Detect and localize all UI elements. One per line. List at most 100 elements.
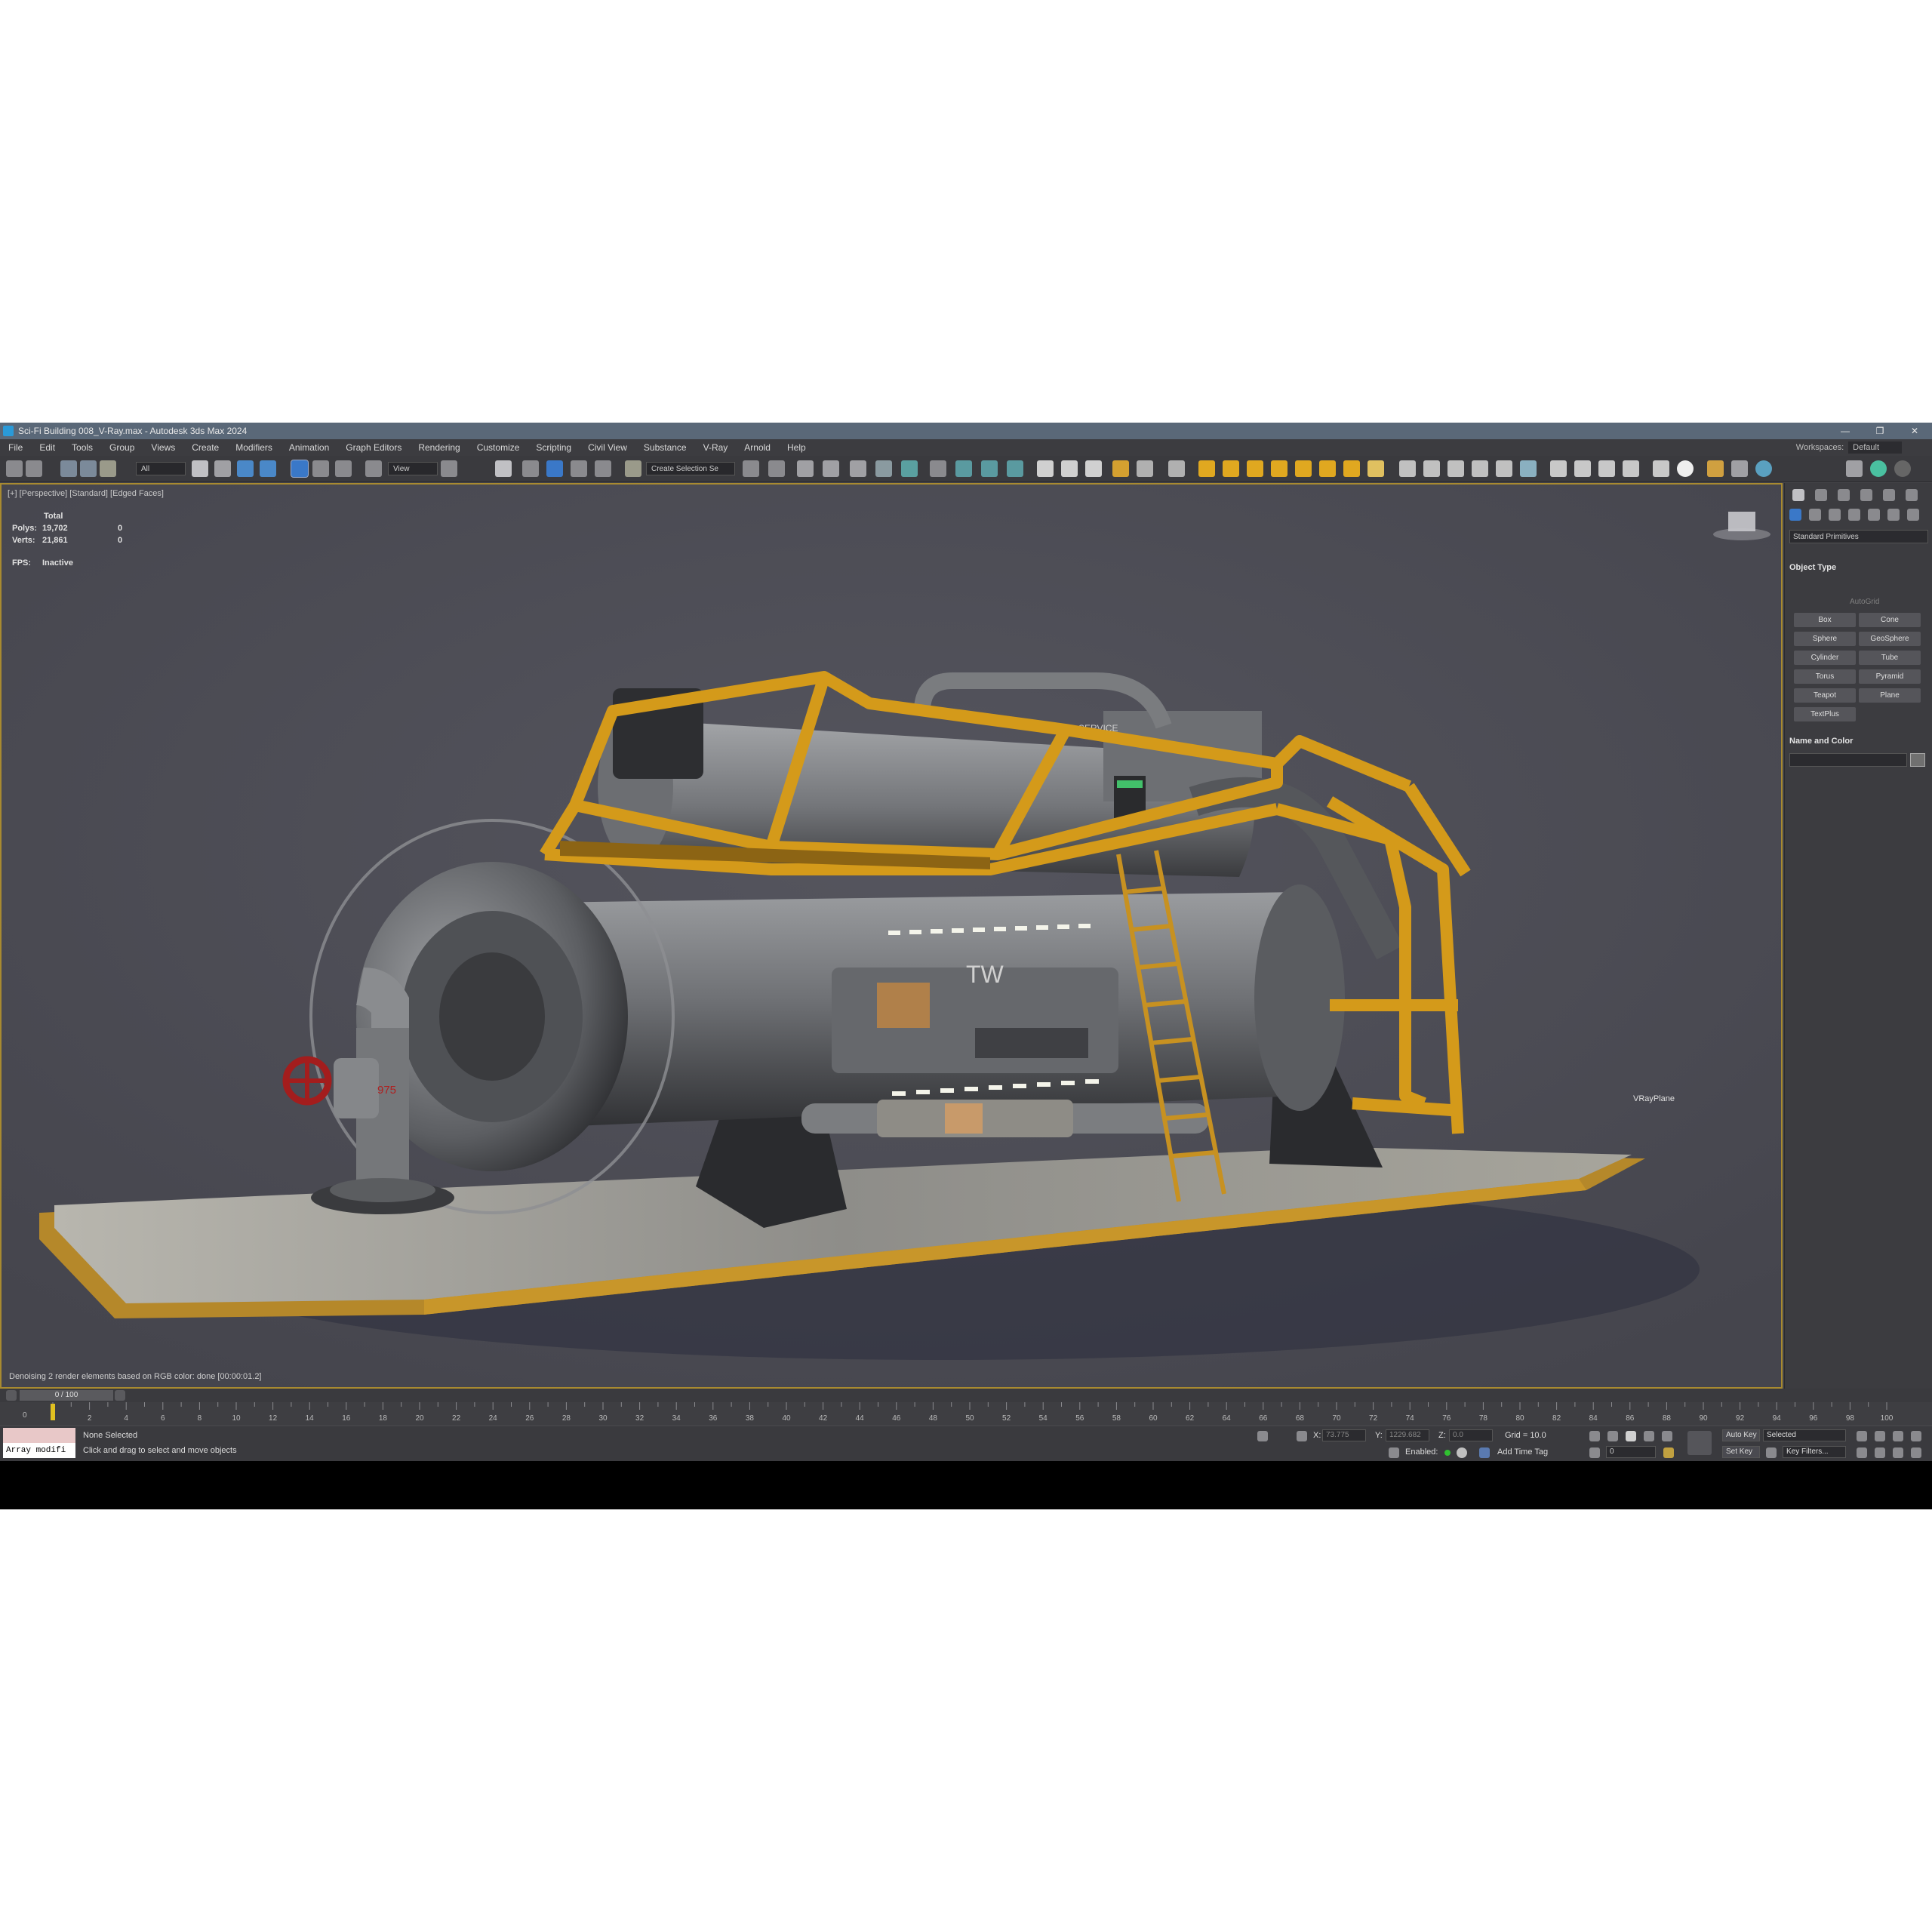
restore-button[interactable]: ❐ [1863,423,1897,439]
perspective-viewport[interactable]: TW 975 SERVICE [+] [Perspective] [Standa… [0,483,1783,1389]
menu-civil-view[interactable]: Civil View [580,439,635,456]
go-to-start-icon[interactable] [1589,1431,1600,1441]
add-time-tag[interactable]: Add Time Tag [1497,1447,1548,1457]
render-setup-icon[interactable] [955,460,972,477]
z-coord-field[interactable]: 0.0 [1449,1429,1493,1441]
workspaces-selector[interactable]: Workspaces: Default [1796,439,1902,456]
menu-tools[interactable]: Tools [63,439,101,456]
textplus-button[interactable]: TextPlus [1794,707,1856,721]
teapot-button[interactable]: Teapot [1794,688,1856,703]
vray-lightmix-icon[interactable] [1598,460,1615,477]
vray-ies-light-icon[interactable] [1295,460,1312,477]
menu-arnold[interactable]: Arnold [736,439,779,456]
vray-converter-icon[interactable] [1653,460,1669,477]
geometry-icon[interactable] [1789,509,1801,521]
utilities-tab-icon[interactable] [1906,489,1918,501]
material-editor-icon[interactable] [930,460,946,477]
align-icon[interactable] [768,460,785,477]
vray-light-lister-icon[interactable] [1112,460,1129,477]
create-tab-icon[interactable] [1792,489,1804,501]
cone-button[interactable]: Cone [1859,613,1921,627]
menu-graph-editors[interactable]: Graph Editors [337,439,410,456]
set-key-button[interactable]: Set Key [1722,1446,1760,1458]
key-mode-dropdown[interactable]: Selected [1763,1429,1846,1441]
arnold-render-icon[interactable] [1707,460,1724,477]
space-warps-icon[interactable] [1887,509,1900,521]
object-color-swatch[interactable] [1910,753,1925,767]
cylinder-button[interactable]: Cylinder [1794,651,1856,665]
zoom-icon[interactable] [1857,1431,1867,1441]
vray-frame-buffer-icon[interactable] [1085,460,1102,477]
snaps-toggle-icon[interactable] [522,460,539,477]
vray-interactive-icon[interactable] [1061,460,1078,477]
cameras-icon[interactable] [1848,509,1860,521]
rect-selection-icon[interactable] [237,460,254,477]
menu-help[interactable]: Help [779,439,814,456]
prev-key-icon[interactable] [1607,1431,1618,1441]
vray-material-icon[interactable] [1550,460,1567,477]
vray-mesh-light-icon[interactable] [1271,460,1287,477]
vray-sun-icon[interactable] [1343,460,1360,477]
vray-fur-icon[interactable] [1447,460,1464,477]
next-frame-arrow-icon[interactable] [115,1390,125,1401]
menu-views[interactable]: Views [143,439,183,456]
zoom-all-icon[interactable] [1875,1431,1885,1441]
minimize-button[interactable]: — [1828,423,1863,439]
maxscript-mini-listener[interactable]: Array modifi [3,1443,75,1458]
vray-proxy-icon[interactable] [1399,460,1416,477]
workspaces-value[interactable]: Default [1848,441,1902,454]
menu-vray[interactable]: V-Ray [695,439,737,456]
sync-check-icon[interactable] [1870,460,1887,477]
key-mode-toggle-icon[interactable] [1589,1447,1600,1458]
placement-icon[interactable] [365,460,382,477]
select-scale-icon[interactable] [335,460,352,477]
time-tag-icon[interactable] [1457,1447,1467,1458]
menu-rendering[interactable]: Rendering [410,439,468,456]
field-of-view-icon[interactable] [1857,1447,1867,1458]
current-frame-marker[interactable] [51,1404,55,1420]
shapes-icon[interactable] [1809,509,1821,521]
torus-button[interactable]: Torus [1794,669,1856,684]
zoom-extents-all-icon[interactable] [1911,1431,1921,1441]
vray-logo-icon[interactable] [1677,460,1694,477]
plane-button[interactable]: Plane [1859,688,1921,703]
display-tab-icon[interactable] [1883,489,1895,501]
hierarchy-tab-icon[interactable] [1838,489,1850,501]
primitive-category-dropdown[interactable]: Standard Primitives [1789,530,1928,543]
auto-key-button[interactable]: Auto Key [1722,1429,1760,1441]
vray-cosmos-icon[interactable] [1574,460,1591,477]
absolute-mode-transform-icon[interactable] [1297,1431,1307,1441]
time-slider[interactable]: 0 / 100 [20,1390,113,1401]
keyboard-shortcut-override-icon[interactable] [495,460,512,477]
prev-frame-arrow-icon[interactable] [6,1390,17,1401]
time-configuration-icon[interactable] [1663,1447,1674,1458]
vray-teapot-icon[interactable] [1037,460,1054,477]
bind-space-warp-icon[interactable] [100,460,116,477]
render-production-icon[interactable] [1007,460,1023,477]
autogrid-checkbox[interactable]: AutoGrid [1850,598,1879,606]
tube-button[interactable]: Tube [1859,651,1921,665]
select-rotate-icon[interactable] [312,460,329,477]
edit-named-selection-icon[interactable] [625,460,641,477]
menu-animation[interactable]: Animation [281,439,337,456]
isolate-selection-icon[interactable] [1257,1431,1268,1441]
selection-filter-dropdown[interactable]: All [136,462,186,475]
lights-icon[interactable] [1829,509,1841,521]
vray-ambient-light-icon[interactable] [1319,460,1336,477]
select-move-icon[interactable] [291,460,309,478]
x-coord-field[interactable]: 73.775 [1322,1429,1366,1441]
object-name-field[interactable] [1789,753,1907,767]
zoom-extents-icon[interactable] [1893,1431,1903,1441]
sphere-button[interactable]: Sphere [1794,632,1856,646]
menu-file[interactable]: File [0,439,31,456]
named-selection-set-dropdown[interactable]: Create Selection Se [646,462,735,475]
y-coord-field[interactable]: 1229.682 [1386,1429,1429,1441]
sign-in-icon[interactable] [1846,460,1863,477]
go-to-end-icon[interactable] [1662,1431,1672,1441]
close-button[interactable]: ✕ [1897,423,1932,439]
viewport-label[interactable]: [+] [Perspective] [Standard] [Edged Face… [8,489,164,498]
vray-scatter-icon[interactable] [1472,460,1488,477]
undo-icon[interactable] [6,460,23,477]
reference-coordinate-dropdown[interactable]: View [388,462,438,475]
pan-view-icon[interactable] [1875,1447,1885,1458]
